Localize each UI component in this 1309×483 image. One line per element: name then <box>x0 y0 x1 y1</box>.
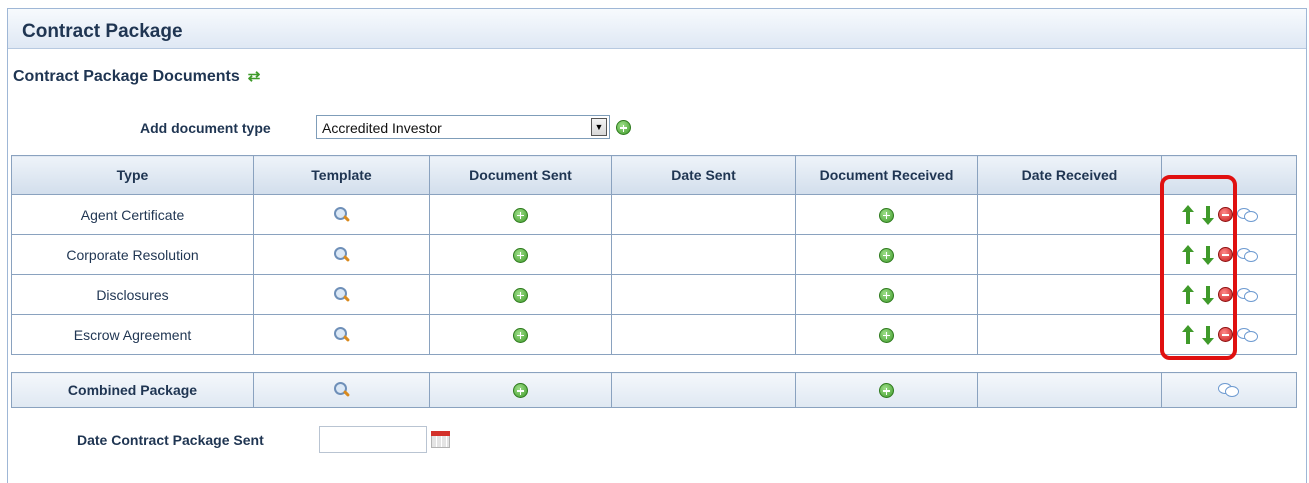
date-contract-label: Date Contract Package Sent <box>77 432 264 448</box>
template-cell <box>253 234 430 275</box>
chevron-down-icon[interactable]: ▼ <box>591 118 607 136</box>
document-sent-cell <box>429 274 612 315</box>
move-up-icon[interactable] <box>1182 324 1194 345</box>
add-received-document-button[interactable] <box>879 207 894 223</box>
header-document-sent: Document Sent <box>429 155 612 195</box>
header-template: Template <box>253 155 430 195</box>
add-document-row: Add document type Accredited Investor ▼ <box>0 115 700 141</box>
move-up-icon[interactable] <box>1182 204 1194 225</box>
actions-cell <box>1161 274 1297 315</box>
magnifier-icon[interactable] <box>333 326 351 344</box>
add-sent-document-button[interactable] <box>513 287 528 303</box>
magnifier-icon[interactable] <box>333 206 351 224</box>
add-received-document-button[interactable] <box>879 287 894 303</box>
magnifier-icon[interactable] <box>333 246 351 264</box>
date-received-cell <box>977 274 1162 315</box>
add-received-document-button[interactable] <box>879 383 894 399</box>
document-sent-cell <box>429 234 612 275</box>
move-up-icon[interactable] <box>1182 244 1194 265</box>
section-title-text: Contract Package Documents <box>13 68 240 85</box>
template-cell <box>253 314 430 355</box>
add-received-document-button[interactable] <box>879 327 894 343</box>
move-down-icon[interactable] <box>1202 325 1214 345</box>
remove-icon[interactable] <box>1218 247 1233 262</box>
date-received-cell <box>977 234 1162 275</box>
header-type: Type <box>11 155 254 195</box>
date-received-cell <box>977 194 1162 235</box>
comment-icon[interactable] <box>1237 286 1259 304</box>
panel-title: Contract Package <box>22 21 183 42</box>
add-sent-document-button[interactable] <box>513 247 528 263</box>
move-up-icon[interactable] <box>1182 284 1194 305</box>
move-down-icon[interactable] <box>1202 245 1214 265</box>
header-document-received: Document Received <box>795 155 978 195</box>
refresh-icon[interactable]: ⇄ <box>248 69 264 84</box>
template-cell <box>253 274 430 315</box>
template-cell <box>253 372 430 408</box>
comment-icon[interactable] <box>1237 206 1259 224</box>
row-type: Corporate Resolution <box>11 234 254 275</box>
add-sent-document-button[interactable] <box>513 207 528 223</box>
document-sent-cell <box>429 372 612 408</box>
magnifier-icon[interactable] <box>333 381 351 399</box>
header-date-sent: Date Sent <box>611 155 796 195</box>
actions-cell <box>1161 314 1297 355</box>
remove-icon[interactable] <box>1218 287 1233 302</box>
add-received-document-button[interactable] <box>879 247 894 263</box>
move-down-icon[interactable] <box>1202 285 1214 305</box>
add-sent-document-button[interactable] <box>513 327 528 343</box>
document-received-cell <box>795 372 978 408</box>
document-received-cell <box>795 234 978 275</box>
table-header-row: Type Template Document Sent Date Sent Do… <box>11 155 1297 195</box>
table-row: Escrow Agreement <box>11 314 1297 355</box>
row-type: Escrow Agreement <box>11 314 254 355</box>
date-received-cell <box>977 314 1162 355</box>
combined-package-table: Combined Package <box>11 372 1297 408</box>
date-sent-cell <box>611 314 796 355</box>
document-received-cell <box>795 194 978 235</box>
add-sent-document-button[interactable] <box>513 383 528 399</box>
documents-table: Type Template Document Sent Date Sent Do… <box>11 155 1297 355</box>
table-row: Agent Certificate <box>11 194 1297 235</box>
date-contract-input[interactable] <box>319 426 427 453</box>
add-document-label: Add document type <box>140 120 271 136</box>
comment-icon[interactable] <box>1237 246 1259 264</box>
row-type: Agent Certificate <box>11 194 254 235</box>
remove-icon[interactable] <box>1218 327 1233 342</box>
section-title: Contract Package Documents ⇄ <box>13 68 264 86</box>
date-sent-cell <box>611 194 796 235</box>
row-type: Disclosures <box>11 274 254 315</box>
move-down-icon[interactable] <box>1202 205 1214 225</box>
comment-icon[interactable] <box>1218 381 1240 399</box>
template-cell <box>253 194 430 235</box>
combined-package-label: Combined Package <box>11 372 254 408</box>
actions-cell <box>1161 372 1297 408</box>
header-actions <box>1161 155 1297 195</box>
combined-package-row: Combined Package <box>11 372 1297 408</box>
document-sent-cell <box>429 314 612 355</box>
document-received-cell <box>795 314 978 355</box>
date-contract-row: Date Contract Package Sent <box>0 424 500 454</box>
date-received-cell <box>977 372 1162 408</box>
date-sent-cell <box>611 274 796 315</box>
document-type-value: Accredited Investor <box>322 120 442 136</box>
actions-cell <box>1161 194 1297 235</box>
date-sent-cell <box>611 372 796 408</box>
remove-icon[interactable] <box>1218 207 1233 222</box>
magnifier-icon[interactable] <box>333 286 351 304</box>
calendar-icon[interactable] <box>431 431 450 448</box>
table-row: Disclosures <box>11 274 1297 315</box>
document-type-select[interactable]: Accredited Investor ▼ <box>316 115 610 139</box>
header-date-received: Date Received <box>977 155 1162 195</box>
panel-header: Contract Package <box>8 9 1306 49</box>
add-document-button[interactable] <box>616 120 631 136</box>
actions-cell <box>1161 234 1297 275</box>
document-received-cell <box>795 274 978 315</box>
table-row: Corporate Resolution <box>11 234 1297 275</box>
comment-icon[interactable] <box>1237 326 1259 344</box>
date-sent-cell <box>611 234 796 275</box>
document-sent-cell <box>429 194 612 235</box>
